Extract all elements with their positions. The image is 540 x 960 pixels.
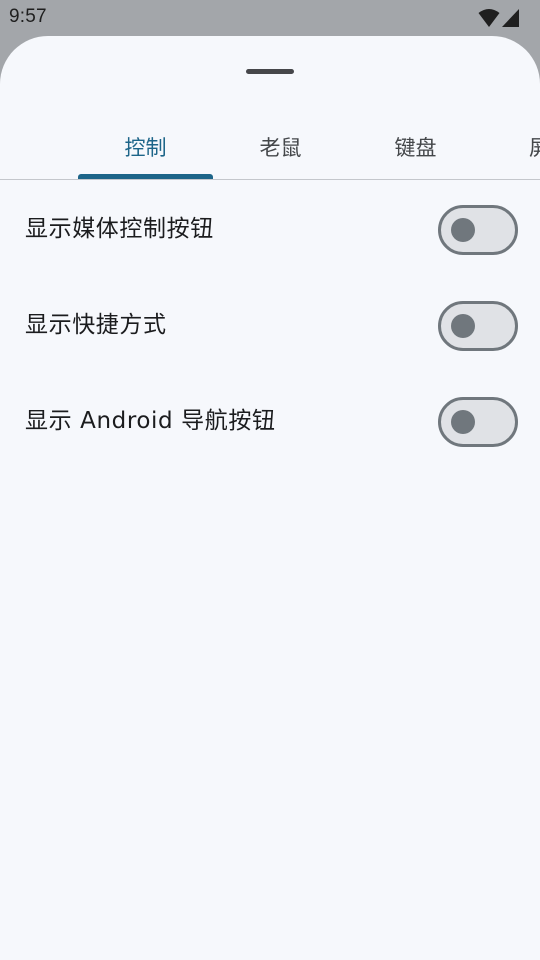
status-icons bbox=[478, 8, 520, 28]
drag-handle[interactable] bbox=[246, 69, 294, 74]
tab-label: 屏 bbox=[529, 136, 540, 160]
setting-row-media-controls[interactable]: 显示媒体控制按钮 bbox=[0, 181, 540, 277]
setting-row-shortcuts[interactable]: 显示快捷方式 bbox=[0, 277, 540, 373]
bottom-sheet: 控制 老鼠 键盘 屏 显示媒体控制按钮 显示快捷方式 显示 Android 导航… bbox=[0, 36, 540, 960]
tab-indicator bbox=[78, 174, 213, 179]
tab-screen[interactable]: 屏 bbox=[483, 124, 540, 179]
switch-thumb bbox=[451, 218, 475, 242]
status-time: 9:57 bbox=[9, 6, 47, 27]
switch-thumb bbox=[451, 410, 475, 434]
setting-label: 显示 Android 导航按钮 bbox=[25, 408, 276, 434]
wifi-icon bbox=[478, 9, 500, 27]
tab-keyboard[interactable]: 键盘 bbox=[348, 124, 483, 179]
android-navigation-switch[interactable] bbox=[438, 397, 518, 447]
tab-label: 老鼠 bbox=[259, 136, 302, 160]
tab-label: 键盘 bbox=[394, 136, 437, 160]
tab-mouse[interactable]: 老鼠 bbox=[213, 124, 348, 179]
shortcuts-switch[interactable] bbox=[438, 301, 518, 351]
switch-thumb bbox=[451, 314, 475, 338]
setting-row-android-navigation[interactable]: 显示 Android 导航按钮 bbox=[0, 373, 540, 469]
setting-label: 显示快捷方式 bbox=[25, 312, 167, 338]
media-controls-switch[interactable] bbox=[438, 205, 518, 255]
tab-bar: 控制 老鼠 键盘 屏 bbox=[0, 124, 540, 180]
tab-label: 控制 bbox=[124, 136, 167, 160]
cellular-signal-icon bbox=[502, 9, 519, 27]
setting-label: 显示媒体控制按钮 bbox=[25, 216, 214, 242]
status-bar: 9:57 bbox=[0, 0, 540, 36]
tab-control[interactable]: 控制 bbox=[78, 124, 213, 179]
